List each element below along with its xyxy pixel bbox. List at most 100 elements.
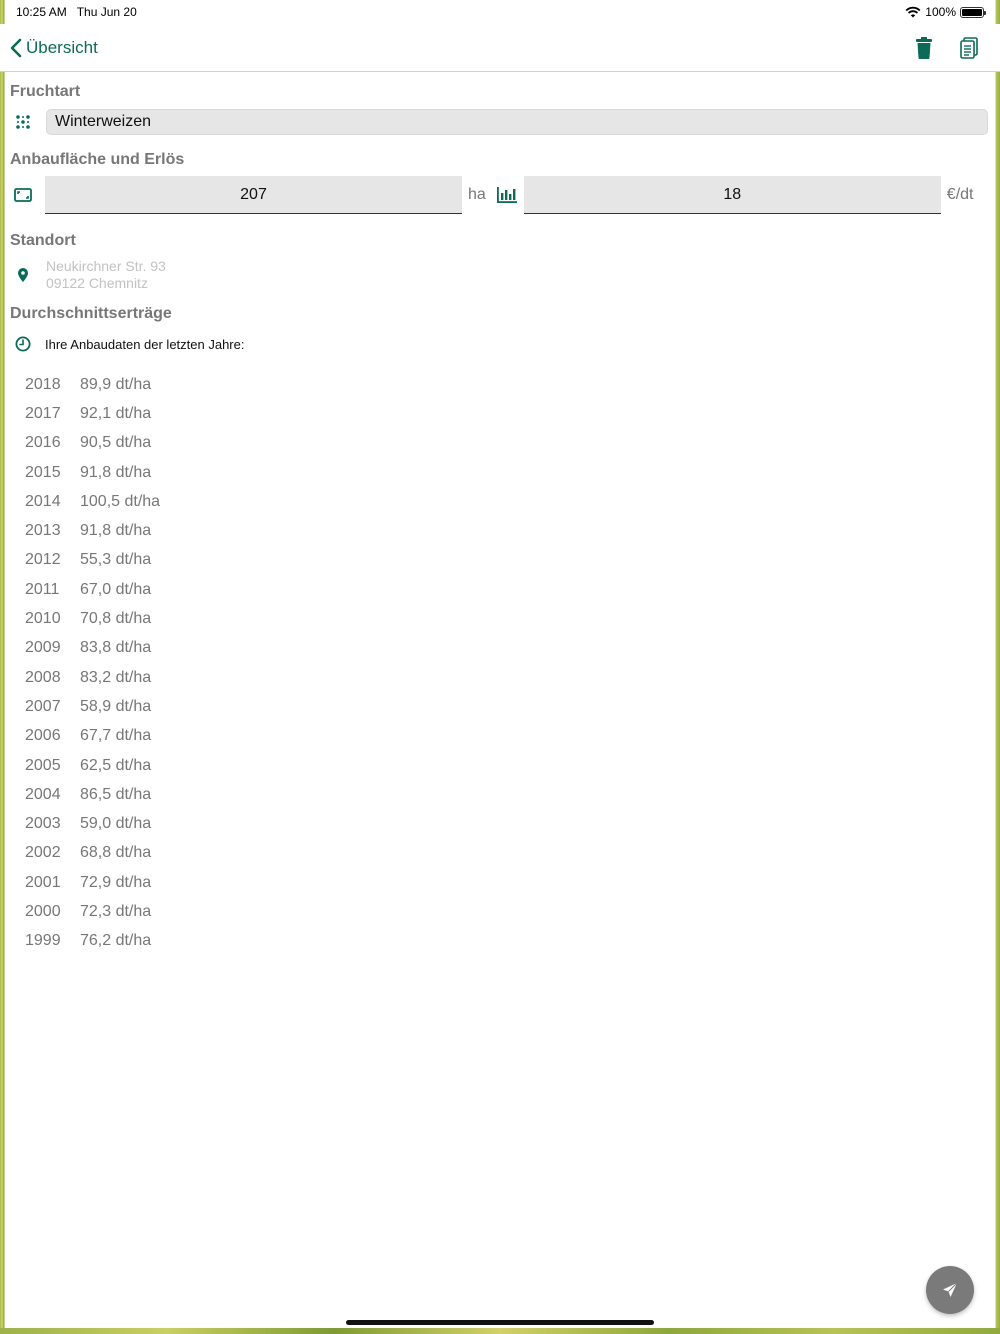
yield-value: 62,5 dt/ha <box>80 756 152 774</box>
yield-value: 91,8 dt/ha <box>80 463 152 481</box>
location-row[interactable]: Neukirchner Str. 93 09122 Chemnitz <box>0 258 1000 292</box>
area-input[interactable]: 207 <box>45 176 462 214</box>
yield-value: 86,5 dt/ha <box>80 785 152 803</box>
yield-value: 72,9 dt/ha <box>80 873 152 891</box>
yield-value: 76,2 dt/ha <box>80 932 152 950</box>
seeds-icon <box>16 115 30 129</box>
back-label: Übersicht <box>26 37 98 57</box>
location-icon-cell <box>0 258 46 292</box>
status-time: 10:25 AM <box>16 5 67 19</box>
address-line-2: 09122 Chemnitz <box>46 275 148 291</box>
yield-year: 2016 <box>25 434 61 452</box>
detail-form: Fruchtart Winterweizen Anbaufläche und E… <box>0 73 1000 956</box>
yield-value: 70,8 dt/ha <box>80 610 152 628</box>
yield-row: 2004 86,5 dt/ha <box>25 780 1000 809</box>
yield-value: 100,5 dt/ha <box>80 492 161 510</box>
yield-value: 59,0 dt/ha <box>80 815 152 833</box>
yield-value: 91,8 dt/ha <box>80 522 152 540</box>
yield-year: 2006 <box>25 727 61 745</box>
yield-year: 2009 <box>25 639 61 657</box>
yield-year: 2002 <box>25 844 61 862</box>
yield-value: 83,2 dt/ha <box>80 668 152 686</box>
yield-year: 2008 <box>25 668 61 686</box>
yield-value: 67,7 dt/ha <box>80 727 152 745</box>
section-title-area: Anbaufläche und Erlös <box>10 151 185 168</box>
yield-year: 2000 <box>25 902 61 920</box>
yield-year: 2005 <box>25 756 61 774</box>
yield-row: 2000 72,3 dt/ha <box>25 897 1000 926</box>
price-unit: €/dt <box>946 186 974 203</box>
navigation-bar: Übersicht <box>0 24 1000 72</box>
yield-value: 58,9 dt/ha <box>80 697 152 715</box>
yield-value: 92,1 dt/ha <box>80 404 152 422</box>
yield-value: 72,3 dt/ha <box>80 902 152 920</box>
crop-select[interactable]: Winterweizen <box>46 109 988 135</box>
document-copy-icon[interactable] <box>960 36 978 59</box>
yields-hint-row: Ihre Anbaudaten der letzten Jahre: <box>0 336 1000 352</box>
yield-row: 2012 55,3 dt/ha <box>25 546 1000 575</box>
home-indicator[interactable] <box>346 1320 654 1325</box>
yield-value: 55,3 dt/ha <box>80 551 152 569</box>
yield-row: 2003 59,0 dt/ha <box>25 809 1000 838</box>
nav-actions <box>916 36 990 59</box>
yield-row: 2016 90,5 dt/ha <box>25 429 1000 458</box>
crop-icon-cell <box>0 115 46 129</box>
clock-icon <box>15 336 30 352</box>
yield-row: 2010 70,8 dt/ha <box>25 604 1000 633</box>
yield-value: 90,5 dt/ha <box>80 434 152 452</box>
address-line-1: Neukirchner Str. 93 <box>46 258 166 274</box>
yield-year: 2018 <box>25 375 61 393</box>
send-button[interactable] <box>926 1266 974 1314</box>
yield-year: 1999 <box>25 932 61 950</box>
yield-row: 2006 67,7 dt/ha <box>25 722 1000 751</box>
area-frame-icon <box>13 188 32 202</box>
map-pin-icon <box>18 268 28 282</box>
yields-hint: Ihre Anbaudaten der letzten Jahre: <box>45 336 245 352</box>
yield-year: 2004 <box>25 785 61 803</box>
status-date: Thu Jun 20 <box>76 5 137 19</box>
yield-year: 2010 <box>25 610 61 628</box>
yield-row: 1999 76,2 dt/ha <box>25 927 1000 956</box>
yield-year: 2007 <box>25 697 61 715</box>
yield-row: 2009 83,8 dt/ha <box>25 634 1000 663</box>
yield-row: 2018 89,9 dt/ha <box>25 370 1000 399</box>
location-address: Neukirchner Str. 93 09122 Chemnitz <box>46 258 166 292</box>
section-title-yields: Durchschnittserträge <box>10 305 172 322</box>
yield-row: 2007 58,9 dt/ha <box>25 692 1000 721</box>
history-icon-cell <box>0 336 45 352</box>
yield-row: 2017 92,1 dt/ha <box>25 399 1000 428</box>
yield-year: 2015 <box>25 463 61 481</box>
price-icon-cell <box>492 187 522 203</box>
wifi-icon <box>905 6 921 18</box>
yield-row: 2002 68,8 dt/ha <box>25 839 1000 868</box>
status-bar: 10:25 AM Thu Jun 20 100% <box>0 0 1000 24</box>
trash-icon[interactable] <box>916 36 932 59</box>
yield-year: 2013 <box>25 522 61 540</box>
area-row: 207 ha 18 €/dt <box>0 176 1000 214</box>
section-title-crop: Fruchtart <box>10 83 81 100</box>
yield-row: 2001 72,9 dt/ha <box>25 868 1000 897</box>
yield-value: 68,8 dt/ha <box>80 844 152 862</box>
yield-row: 2015 91,8 dt/ha <box>25 458 1000 487</box>
yield-year: 2003 <box>25 815 61 833</box>
background-field-strip <box>0 1328 1000 1334</box>
yield-row: 2008 83,2 dt/ha <box>25 663 1000 692</box>
yield-row: 2011 67,0 dt/ha <box>25 575 1000 604</box>
yield-value: 67,0 dt/ha <box>80 580 152 598</box>
yield-list: 2018 89,9 dt/ha 2017 92,1 dt/ha 2016 90,5 dt/… <box>0 370 1000 956</box>
price-input[interactable]: 18 <box>523 176 941 214</box>
yield-row: 2014 100,5 dt/ha <box>25 487 1000 516</box>
yield-row: 2005 62,5 dt/ha <box>25 751 1000 780</box>
yield-value: 89,9 dt/ha <box>80 375 152 393</box>
section-title-location: Standort <box>10 232 76 249</box>
battery-icon <box>960 6 986 18</box>
area-icon-cell <box>0 188 45 202</box>
yield-year: 2014 <box>25 492 61 510</box>
battery-percent: 100% <box>925 5 956 19</box>
back-button[interactable]: Übersicht <box>10 38 98 58</box>
yield-year: 2011 <box>25 580 60 598</box>
paper-plane-icon <box>943 1282 958 1297</box>
crop-row: Winterweizen <box>0 109 1000 135</box>
bar-chart-icon <box>496 187 517 203</box>
yield-row: 2013 91,8 dt/ha <box>25 516 1000 545</box>
